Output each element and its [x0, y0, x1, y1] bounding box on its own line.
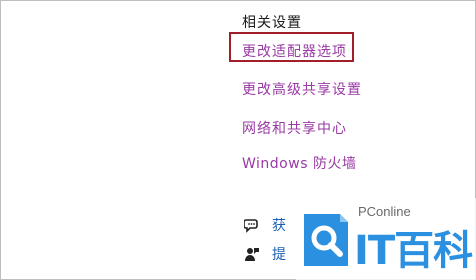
- network-sharing-center-link[interactable]: 网络和共享中心: [242, 118, 347, 138]
- feedback-item[interactable]: 提: [244, 245, 286, 263]
- pconline-logo-icon: [302, 212, 350, 268]
- get-help-item[interactable]: 获: [243, 216, 286, 234]
- related-settings-title: 相关设置: [242, 15, 302, 31]
- pconline-watermark: PConline IT百科: [296, 198, 476, 280]
- get-help-label: 获: [272, 218, 286, 234]
- change-advanced-sharing-link[interactable]: 更改高级共享设置: [242, 79, 362, 99]
- watermark-name: IT百科: [354, 228, 473, 274]
- chat-help-icon: [243, 217, 260, 233]
- feedback-person-icon: [244, 246, 260, 262]
- feedback-label: 提: [272, 247, 286, 263]
- highlight-box: [229, 32, 354, 62]
- watermark-brand: PConline: [358, 204, 411, 219]
- windows-firewall-link[interactable]: Windows 防火墙: [242, 153, 356, 173]
